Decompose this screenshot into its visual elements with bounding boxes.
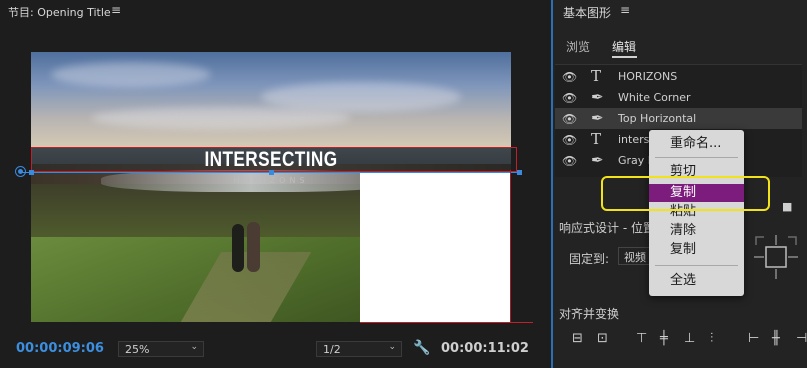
subtitle-text[interactable]: HORIZONS [31,176,511,185]
layer-row[interactable]: 👁 T HORIZONS [555,66,802,87]
text-layer-icon: T [591,67,602,85]
panel-title: 基本图形 [563,6,612,20]
chevron-down-icon: ⌄ [388,342,396,352]
eye-icon[interactable]: 👁 [562,154,577,168]
highlight-callout [601,176,770,211]
video-canvas[interactable]: INTERSECTING HORIZONS [31,52,511,322]
chevron-down-icon: ⌄ [190,342,198,352]
align-horizontal-center-icon[interactable]: ⊡ [597,331,608,346]
tab-browse[interactable]: 浏览 [566,38,590,55]
pen-shape-icon: ✒ [591,109,604,127]
align-center-icon[interactable]: ╫ [772,331,780,346]
menu-item-duplicate[interactable]: 复制 [649,241,744,259]
duration-timecode: 00:00:11:02 [441,341,529,356]
zoom-select[interactable]: 25% ⌄ [118,341,204,357]
eye-icon[interactable]: 👁 [562,133,577,147]
distribute-icon[interactable]: ⫶ [710,331,713,346]
align-middle-icon[interactable]: ╪ [660,331,668,346]
pin-to-value: 视频 [624,251,646,264]
playhead-timecode[interactable]: 00:00:09:06 [16,341,104,356]
pin-to-label: 固定到: [569,252,610,266]
selection-bounds [31,147,517,172]
new-layer-icon[interactable]: ■ [782,200,792,213]
resize-handle[interactable] [269,170,274,175]
layer-row[interactable]: 👁 ✒ White Corner [555,87,802,108]
cloud [261,82,461,112]
resize-handle[interactable] [29,170,34,175]
tab-edit[interactable]: 编辑 [612,38,636,55]
guide-line [360,322,533,323]
align-right-icon[interactable]: ⊣ [796,331,807,346]
wrench-icon[interactable]: 🔧 [413,340,430,356]
align-left-icon[interactable]: ⊢ [748,331,759,346]
resolution-value: 1/2 [323,343,341,356]
monitor-title: 节目: Opening Title [8,6,111,19]
menu-separator [655,265,738,266]
eye-icon[interactable]: 👁 [562,91,577,105]
white-corner-shape[interactable] [360,172,511,322]
align-top-icon[interactable]: ⊤ [636,331,647,346]
align-bottom-icon[interactable]: ⊥ [684,331,695,346]
context-menu: 重命名... 剪切 复制 粘贴 清除 复制 全选 [649,130,744,296]
pin-anchor-widget[interactable] [752,233,800,281]
align-transform-label: 对齐并变换 [559,307,620,321]
menu-item-select-all[interactable]: 全选 [649,272,744,290]
resolution-select[interactable]: 1/2 ⌄ [316,341,402,357]
layer-row-selected[interactable]: 👁 ✒ Top Horizontal [555,108,802,129]
person-figure [247,222,260,272]
layer-name: Top Horizontal [618,112,697,125]
monitor-menu-icon[interactable]: ≡ [111,3,121,17]
menu-separator [655,157,738,158]
pen-shape-icon: ✒ [591,151,604,169]
resize-handle[interactable] [517,170,522,175]
cloud [91,107,351,129]
panel-menu-icon[interactable]: ≡ [620,3,630,17]
cloud [51,62,211,87]
text-layer-icon: T [591,130,602,148]
responsive-design-label: 响应式设计 - 位置 [559,221,655,235]
active-tab-indicator [612,56,637,58]
eye-icon[interactable]: 👁 [562,112,577,126]
zoom-value: 25% [125,343,150,356]
anchor-point-icon[interactable] [15,166,26,177]
eye-icon[interactable]: 👁 [562,70,577,84]
menu-item-rename[interactable]: 重命名... [649,135,744,153]
person-figure [232,224,244,272]
guide-line [510,170,511,322]
pen-shape-icon: ✒ [591,88,604,106]
align-vertical-center-icon[interactable]: ⊟ [572,331,583,346]
menu-item-clear[interactable]: 清除 [649,222,744,240]
layer-name: White Corner [618,91,691,104]
layer-name: HORIZONS [618,70,678,83]
